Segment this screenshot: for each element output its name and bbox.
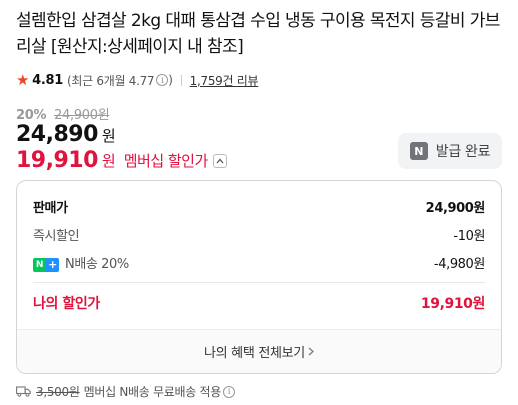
member-price-unit: 원 <box>101 152 116 170</box>
npay-plus-icon: N + <box>33 257 59 272</box>
breakdown-value: 24,900원 <box>425 201 486 216</box>
info-icon[interactable]: i <box>222 385 235 398</box>
truck-icon <box>16 386 31 397</box>
info-icon[interactable]: i <box>156 74 169 86</box>
discount-row: 20% 24,900원 <box>16 104 110 123</box>
breakdown-value: -10원 <box>453 229 485 244</box>
breakdown-row-total: 나의 할인가 19,910원 <box>33 293 485 313</box>
total-label: 나의 할인가 <box>33 296 100 312</box>
breakdown-row-instant: 즉시할인 -10원 <box>33 225 485 244</box>
divider <box>33 282 485 283</box>
star-icon: ★ <box>16 71 30 89</box>
member-price-value: 19,910 <box>16 148 98 173</box>
sale-price-unit: 원 <box>101 127 116 145</box>
rating-row: ★ 4.81 (최근 6개월 4.77 i) 1,759건 리뷰 <box>16 71 259 89</box>
breakdown-label: N + N배송 20% <box>33 253 129 272</box>
recent-rating: (최근 6개월 4.77 <box>67 73 155 88</box>
breakdown-label: 즉시할인 <box>33 229 80 244</box>
sale-price: 24,890 원 <box>16 122 116 147</box>
breakdown-row-ndelivery: N + N배송 20% -4,980원 <box>33 253 485 272</box>
product-title: 설렘한입 삼겹살 2kg 대패 통삼겹 수입 냉동 구이용 목전지 등갈비 가브… <box>16 11 500 57</box>
discount-percent: 20% <box>16 108 47 123</box>
chevron-right-icon <box>308 345 314 359</box>
original-price: 24,900원 <box>54 108 110 123</box>
coupon-label: 발급 완료 <box>435 144 491 160</box>
sale-price-value: 24,890 <box>16 122 98 147</box>
review-link[interactable]: 1,759건 리뷰 <box>190 72 259 89</box>
member-price-label: 멤버십 할인가 <box>123 152 209 170</box>
rating-score: 4.81 <box>32 72 64 88</box>
price-breakdown-panel: 판매가 24,900원 즉시할인 -10원 N + N배송 20% -4,980원 … <box>16 180 502 374</box>
breakdown-row-sale: 판매가 24,900원 <box>33 197 485 216</box>
view-all-benefits-link[interactable]: 나의 혜택 전체보기 <box>17 329 501 373</box>
total-value: 19,910원 <box>420 296 486 312</box>
shipping-row: 3,500원 멤버십 N배송 무료배송 적용 i <box>16 383 235 400</box>
old-shipping-fee: 3,500원 <box>36 385 80 399</box>
breakdown-label: 판매가 <box>33 201 68 216</box>
divider <box>180 74 182 86</box>
breakdown-value: -4,980원 <box>433 257 485 272</box>
naver-n-icon: N <box>409 142 428 160</box>
chevron-up-icon[interactable] <box>212 153 227 168</box>
coupon-issued-button[interactable]: N 발급 완료 <box>398 133 502 169</box>
shipping-text: 멤버십 N배송 무료배송 적용 <box>83 385 222 399</box>
member-price: 19,910 원 멤버십 할인가 <box>16 148 227 173</box>
